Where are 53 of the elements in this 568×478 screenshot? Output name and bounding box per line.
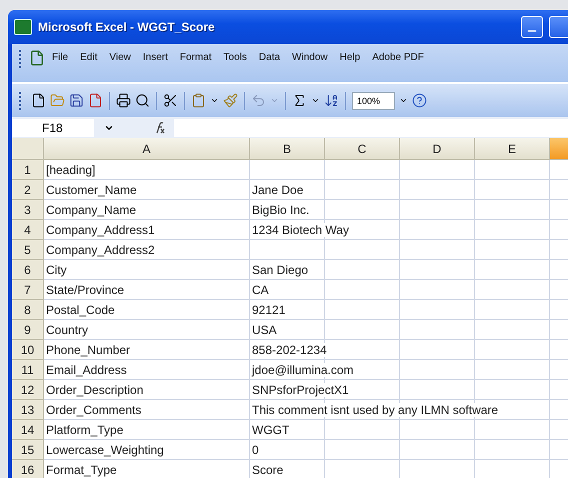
table-cell: Company_Address2: [44, 240, 250, 260]
row-header[interactable]: 1: [12, 160, 44, 180]
table-cell: State/Province: [44, 280, 250, 300]
row-header[interactable]: 9: [12, 320, 44, 340]
row-header[interactable]: 10: [12, 340, 44, 360]
name-box[interactable]: F18: [12, 118, 94, 137]
table-cell: Country: [44, 320, 250, 340]
table-cell: Customer_Name: [44, 180, 250, 200]
row-header[interactable]: 14: [12, 420, 44, 440]
table-cell: WGGT: [250, 422, 292, 436]
menu-item[interactable]: Edit: [75, 50, 102, 65]
table-cell: CA: [250, 282, 272, 296]
row-header[interactable]: 2: [12, 180, 44, 200]
row-header[interactable]: 11: [12, 360, 44, 380]
row-header[interactable]: 12: [12, 380, 44, 400]
menu-item[interactable]: Data: [254, 50, 286, 65]
table-cell: Order_Description: [44, 380, 250, 400]
table-cell: Company_Address1: [44, 220, 250, 240]
table-cell: Lowercase_Weighting: [44, 440, 250, 460]
row-header[interactable]: 3: [12, 200, 44, 220]
row-header[interactable]: 13: [12, 400, 44, 420]
table-cell: 1234 Biotech Way: [250, 222, 352, 236]
zoom-field[interactable]: 100%: [352, 92, 396, 110]
table-cell: [heading]: [44, 160, 250, 180]
menu-item[interactable]: File: [47, 50, 74, 65]
row-header[interactable]: 15: [12, 440, 44, 460]
column-header[interactable]: B: [250, 138, 325, 160]
row-header[interactable]: 16: [12, 460, 44, 478]
menu-item[interactable]: Tools: [218, 50, 252, 65]
window-title: Microsoft Excel - WGGT_Score: [38, 20, 216, 34]
table-cell: Platform_Type: [44, 420, 250, 440]
table-cell: Phone_Number: [44, 340, 250, 360]
menu-item[interactable]: Help: [334, 50, 366, 65]
row-header[interactable]: 5: [12, 240, 44, 260]
table-cell: Email_Address: [44, 360, 250, 380]
row-header[interactable]: 7: [12, 280, 44, 300]
table-cell: Order_Comments: [44, 400, 250, 420]
column-header[interactable]: E: [475, 138, 550, 160]
row-header[interactable]: 8: [12, 300, 44, 320]
menu-item[interactable]: Window: [287, 50, 333, 65]
menu-item[interactable]: Adobe PDF: [367, 50, 429, 65]
table-cell: Company_Name: [44, 200, 250, 220]
menu-item[interactable]: Format: [174, 50, 217, 65]
table-cell: Postal_Code: [44, 300, 250, 320]
column-header[interactable]: D: [400, 138, 475, 160]
row-header[interactable]: 6: [12, 260, 44, 280]
row-header[interactable]: 4: [12, 220, 44, 240]
table-cell: USA: [250, 322, 280, 336]
column-header[interactable]: C: [325, 138, 400, 160]
table-cell: City: [44, 260, 250, 280]
column-header[interactable]: A: [44, 138, 250, 160]
menu-item[interactable]: Insert: [138, 50, 173, 65]
menu-item[interactable]: View: [104, 50, 136, 65]
